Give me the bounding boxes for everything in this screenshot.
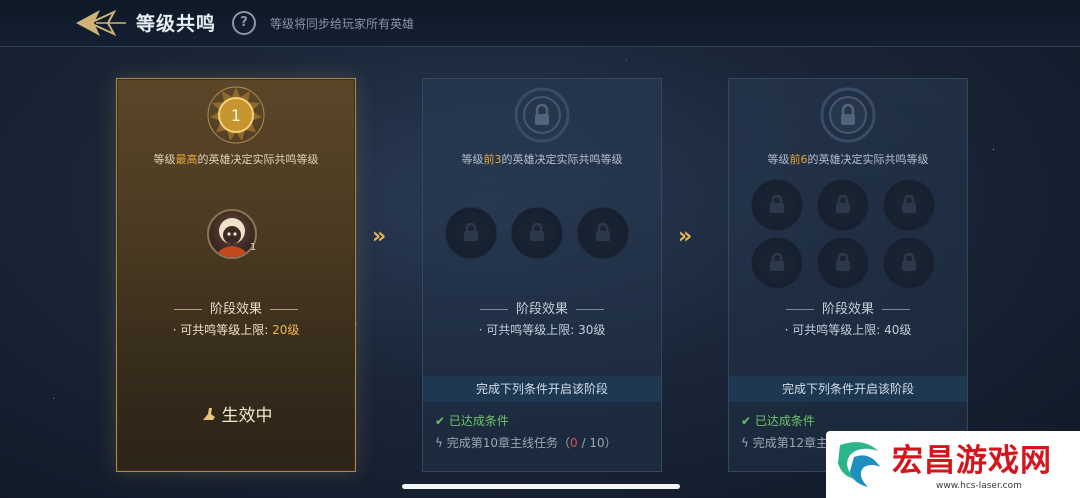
level-limit: · 可共鸣等级上限: 40级 <box>729 321 967 338</box>
unlock-task: ϟ 完成第10章主线任务（0 / 10） <box>435 436 617 450</box>
section-title-text: 阶段效果 <box>515 302 568 317</box>
bolt-icon: ϟ <box>741 436 749 450</box>
lock-icon <box>836 253 850 271</box>
watermark-logo <box>838 442 880 487</box>
stage-medal-icon: 1 <box>207 86 265 144</box>
hero-slot-locked <box>883 179 935 231</box>
hero-slot-locked <box>751 179 803 231</box>
stage-card-3[interactable]: 等级前6的英雄决定实际共鸣等级 阶段效果 · 可共鸣等级上限: 40级 完成下列… <box>728 78 968 472</box>
hero-slot-locked <box>883 237 935 289</box>
divider <box>173 309 202 310</box>
unlock-task: ϟ 完成第12章主 <box>741 434 828 451</box>
status-active: 生效中 <box>117 401 355 426</box>
achieved-conditions: ✔ 已达成条件 <box>435 412 509 429</box>
bolt-icon: ϟ <box>435 436 443 450</box>
stage-requirement: 等级前6的英雄决定实际共鸣等级 <box>729 151 967 167</box>
lock-icon <box>902 253 916 271</box>
level-limit: · 可共鸣等级上限: 20级 <box>117 321 355 338</box>
site-watermark: 宏昌游戏网 www.hcs-laser.com <box>826 431 1080 498</box>
divider <box>576 309 604 310</box>
hero-slot-locked <box>577 207 629 259</box>
hero-slot-locked <box>817 179 869 231</box>
check-icon: ✔ <box>741 414 752 428</box>
req-suffix: 的英雄决定实际共鸣等级 <box>197 153 319 166</box>
trophy-hand-icon <box>202 408 215 420</box>
hero-slot-locked <box>817 237 869 289</box>
watermark-url: www.hcs-laser.com <box>936 481 1022 491</box>
task-progress-current: 0 <box>570 436 578 450</box>
achieved-label: 已达成条件 <box>754 414 815 428</box>
home-indicator[interactable] <box>402 484 680 489</box>
section-title-text: 阶段效果 <box>209 302 262 317</box>
req-prefix: 等级 <box>767 153 790 166</box>
stage-requirement: 等级最高的英雄决定实际共鸣等级 <box>117 151 355 167</box>
req-suffix: 的英雄决定实际共鸣等级 <box>501 153 623 166</box>
req-highlight: 前3 <box>483 153 502 166</box>
page-subtitle: 等级将同步给玩家所有英雄 <box>270 17 415 31</box>
limit-label: · 可共鸣等级上限: <box>172 323 269 337</box>
task-label: 完成第10章主线任务 <box>446 436 559 450</box>
limit-value: 30级 <box>578 323 606 337</box>
top-bar: 等级共鸣 ? 等级将同步给玩家所有英雄 <box>0 0 1080 47</box>
stage-medal-icon <box>514 87 570 143</box>
help-icon[interactable]: ? <box>232 11 256 35</box>
divider <box>785 309 814 310</box>
lock-icon <box>596 223 610 241</box>
hero-portrait <box>219 218 245 257</box>
req-prefix: 等级 <box>461 153 484 166</box>
achieved-conditions: ✔ 已达成条件 <box>741 412 815 429</box>
stage-number: 1 <box>231 106 241 125</box>
unlock-condition-header: 完成下列条件开启该阶段 <box>423 376 661 402</box>
req-highlight: 最高 <box>175 153 198 166</box>
stage-medal-icon <box>820 87 876 143</box>
lock-icon <box>902 195 916 213</box>
stage-card-2[interactable]: 等级前3的英雄决定实际共鸣等级 阶段效果 · 可共鸣等级上限: 30级 完成下列… <box>422 78 662 472</box>
fast-forward-icon: » <box>678 224 692 249</box>
level-limit: · 可共鸣等级上限: 30级 <box>423 321 661 338</box>
section-title: 阶段效果 <box>729 298 967 317</box>
section-title-text: 阶段效果 <box>821 302 874 317</box>
divider <box>479 309 508 310</box>
back-button[interactable] <box>72 6 128 40</box>
fast-forward-icon: » <box>372 224 386 249</box>
req-highlight: 前6 <box>789 153 808 166</box>
lock-icon <box>464 223 478 241</box>
hero-slot-locked <box>445 207 497 259</box>
unlock-condition-header: 完成下列条件开启该阶段 <box>729 376 967 402</box>
stage-card-1[interactable]: 1 等级最高的英雄决定实际共鸣等级 1 阶段效果 · 可共鸣等级上限: 20级 … <box>116 78 356 472</box>
hero-slot-locked <box>751 237 803 289</box>
lock-icon <box>836 195 850 213</box>
req-prefix: 等级 <box>153 153 176 166</box>
limit-value: 40级 <box>884 323 912 337</box>
req-suffix: 的英雄决定实际共鸣等级 <box>807 153 929 166</box>
task-label: 完成第12章主 <box>752 436 829 450</box>
stage-requirement: 等级前3的英雄决定实际共鸣等级 <box>423 151 661 167</box>
limit-label: · 可共鸣等级上限: <box>784 323 881 337</box>
watermark-text: 宏昌游戏网 <box>892 443 1052 479</box>
divider <box>270 309 298 310</box>
back-arrow-icon <box>76 9 126 37</box>
limit-value: 20级 <box>272 323 300 337</box>
hero-slot-locked <box>511 207 563 259</box>
lock-icon <box>770 195 784 213</box>
divider <box>882 309 910 310</box>
section-title: 阶段效果 <box>117 298 355 317</box>
status-text: 生效中 <box>221 406 273 426</box>
check-icon: ✔ <box>435 414 446 428</box>
lock-icon <box>530 223 544 241</box>
task-progress-total: 10 <box>589 436 605 450</box>
hero-level: 1 <box>250 242 257 253</box>
limit-label: · 可共鸣等级上限: <box>478 323 575 337</box>
lock-icon <box>770 253 784 271</box>
page-title: 等级共鸣 <box>136 13 217 35</box>
achieved-label: 已达成条件 <box>448 414 509 428</box>
section-title: 阶段效果 <box>423 298 661 317</box>
